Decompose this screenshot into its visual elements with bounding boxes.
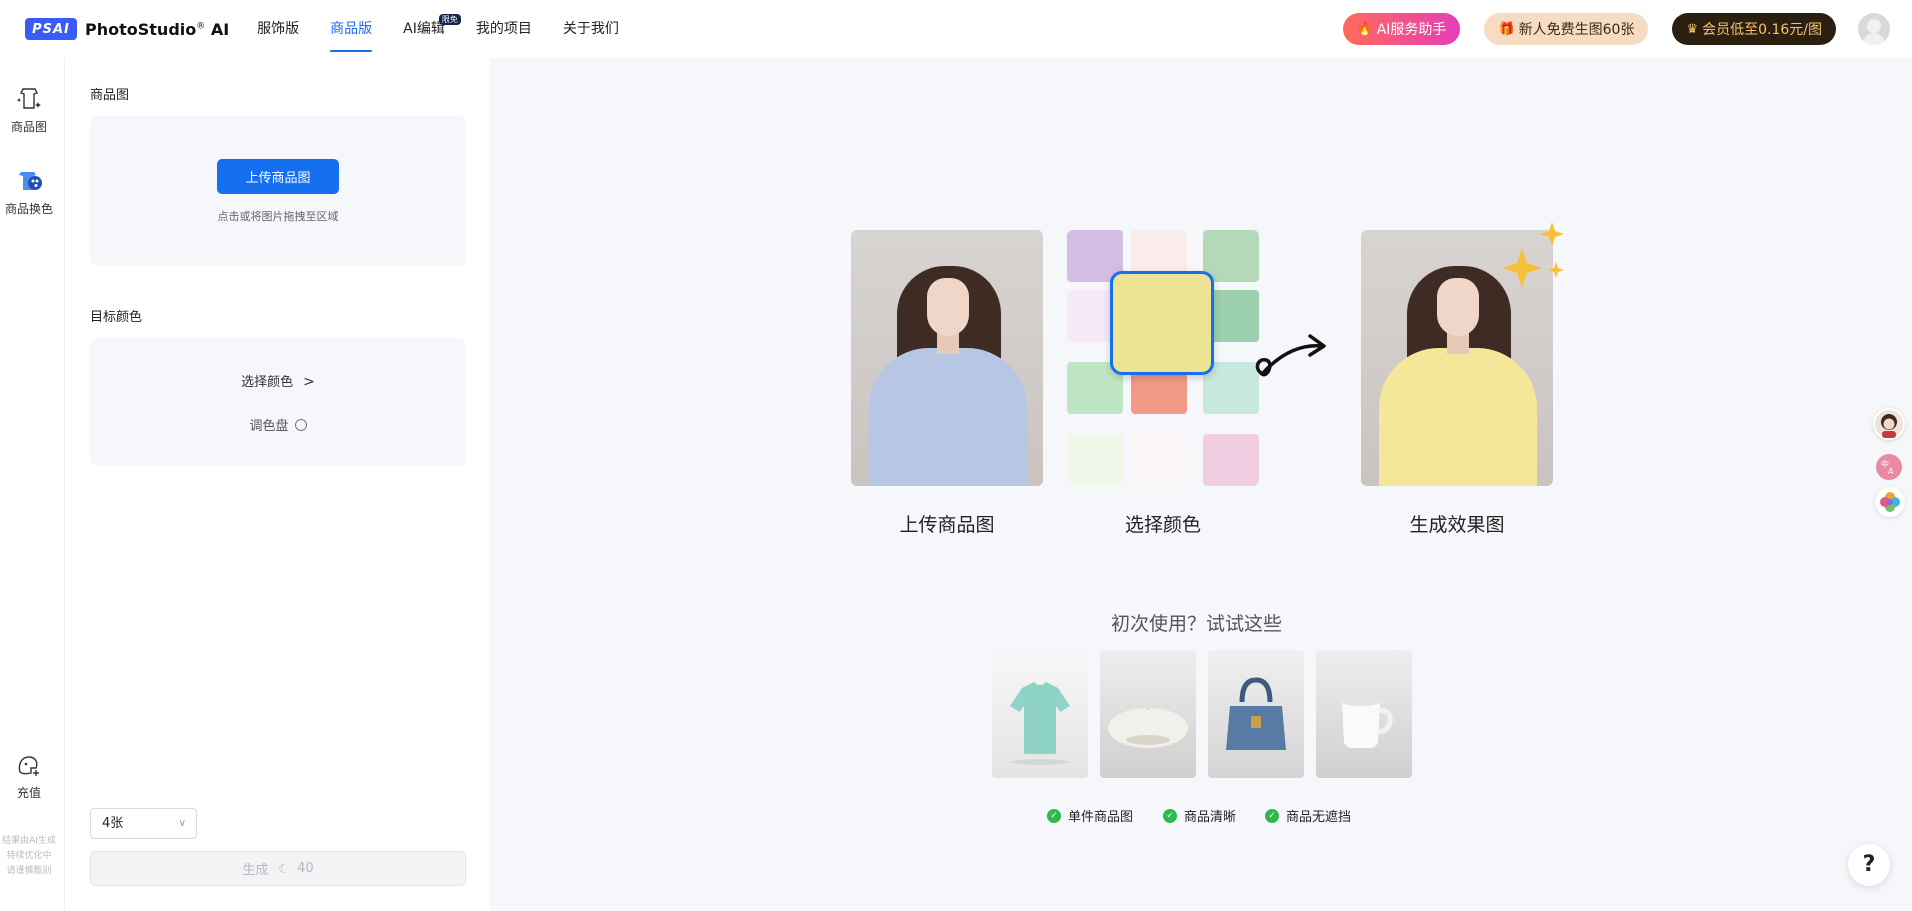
customer-service-avatar[interactable] (1873, 408, 1905, 440)
check-icon: ✓ (1265, 808, 1279, 823)
color-card: 选择颜色 > 调色盘 (90, 338, 466, 466)
logo-mark: PSAI (25, 18, 77, 40)
logo-text: PhotoStudio® AI (85, 19, 230, 39)
handbag-icon (1226, 677, 1286, 750)
ai-apps-button[interactable] (1875, 487, 1905, 517)
recharge-icon (18, 756, 39, 776)
step-upload-label: 上传商品图 (899, 514, 995, 536)
step-color-label: 选择颜色 (1124, 514, 1201, 536)
gift-icon: 🎁 (1498, 21, 1515, 37)
rail-recharge[interactable]: 充值 (0, 750, 58, 801)
swatch (1203, 230, 1259, 282)
help-button[interactable]: ? (1848, 844, 1890, 886)
user-avatar[interactable] (1858, 13, 1890, 45)
selected-color-swatch (1110, 271, 1214, 375)
upload-hint: 点击或将图片拖拽至区域 (217, 210, 339, 223)
support-agent-icon (1881, 414, 1897, 438)
nav-my-projects[interactable]: 我的项目 (476, 0, 532, 58)
check-clear-item: ✓ 商品清晰 (1163, 806, 1236, 825)
swatch (1131, 434, 1187, 486)
palette-small-icon (294, 419, 307, 431)
rail-recolor[interactable]: 商品换色 (0, 166, 58, 217)
rail-product-image[interactable]: 商品图 (0, 84, 58, 135)
tshirt-icon (1010, 682, 1070, 765)
ai-disclaimer: 结果由AI生成 持续优化中 请谨慎甄别 (2, 836, 56, 876)
mug-icon (1342, 698, 1393, 748)
flower-icon (1880, 492, 1900, 512)
svg-text:A: A (1888, 467, 1894, 476)
sample-beret[interactable] (1100, 650, 1196, 778)
flame-icon: 🔥 (1356, 21, 1373, 37)
nav-ai-edit[interactable]: AI编辑 限免 (403, 0, 461, 58)
swatch (1067, 434, 1123, 486)
free-gift-button[interactable]: 🎁 新人免费生图60张 (1484, 13, 1649, 45)
free-badge: 限免 (438, 14, 461, 25)
product-section-title: 商品图 (90, 88, 130, 103)
check-unobstructed: ✓ 商品无遮挡 (1265, 806, 1351, 825)
crown-icon: ♛ (1686, 21, 1699, 37)
main-nav: 服饰版 商品版 AI编辑 限免 我的项目 关于我们 (257, 0, 650, 58)
chevron-right-icon: > (303, 374, 315, 390)
image-count-select[interactable]: 4张 ∨ (90, 808, 197, 839)
sample-mug[interactable] (1316, 650, 1412, 778)
top-bar: PSAI PhotoStudio® AI 服饰版 商品版 AI编辑 限免 我的项目… (0, 0, 1912, 58)
top-actions: 🔥 AI服务助手 🎁 新人免费生图60张 ♛ 会员低至0.16元/图 (1342, 0, 1912, 58)
swatch (1203, 434, 1259, 486)
target-color-title: 目标颜色 (90, 310, 143, 325)
check-icon: ✓ (1163, 808, 1177, 823)
check-icon: ✓ (1047, 808, 1061, 823)
main-stage: 上传商品图 选择颜色 生成效果图 初次使用？试试这些 ✓ 单件商品图 ✓ 商品清晰 … (490, 58, 1912, 911)
example-original-image (851, 230, 1043, 486)
credit-icon: ☾ (278, 861, 290, 876)
translate-icon: 中 A (1881, 459, 1894, 476)
sample-tshirt[interactable] (992, 650, 1088, 778)
product-image-icon (16, 88, 41, 109)
ai-assistant-button[interactable]: 🔥 AI服务助手 (1342, 13, 1461, 45)
arrow-icon (1255, 334, 1326, 377)
step-result-label: 生成效果图 (1409, 514, 1505, 536)
beret-icon (1108, 702, 1188, 748)
upload-dropzone[interactable]: 上传商品图 点击或将图片拖拽至区域 (90, 116, 466, 266)
nav-product[interactable]: 商品版 (330, 0, 373, 58)
sparkle-icon (1502, 222, 1564, 288)
generate-button[interactable]: 生成 ☾ 40 (90, 851, 466, 886)
choose-color-button[interactable]: 选择颜色 > (90, 371, 466, 390)
chevron-down-icon: ∨ (178, 818, 186, 829)
check-single-item: ✓ 单件商品图 (1047, 806, 1133, 825)
vip-button[interactable]: ♛ 会员低至0.16元/图 (1672, 13, 1836, 45)
upload-product-button[interactable]: 上传商品图 (217, 159, 339, 194)
nav-about[interactable]: 关于我们 (563, 0, 619, 58)
translate-button[interactable]: 中 A (1876, 454, 1902, 480)
palette-button[interactable]: 调色盘 (90, 415, 466, 434)
logo[interactable]: PSAI PhotoStudio® AI (25, 18, 229, 40)
nav-apparel[interactable]: 服饰版 (257, 0, 299, 58)
tool-rail: 商品图 商品换色 充值 结果由AI生成 持续优化中 请谨慎甄别 (0, 58, 65, 911)
sample-handbag[interactable] (1208, 650, 1304, 778)
config-panel: 商品图 上传商品图 点击或将图片拖拽至区域 目标颜色 选择颜色 > 调色盘 4张 ∨… (66, 58, 490, 911)
palette-icon (19, 172, 42, 190)
